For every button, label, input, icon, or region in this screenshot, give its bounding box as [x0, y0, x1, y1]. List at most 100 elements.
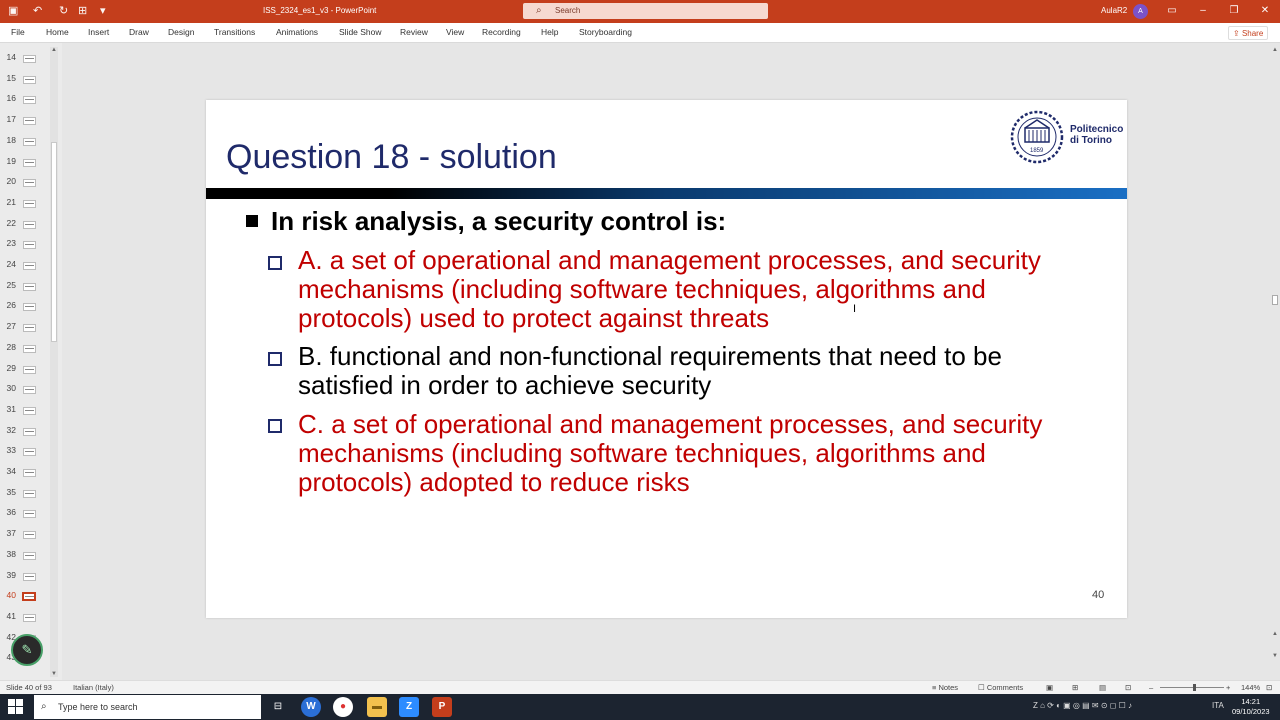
zoom-app-icon[interactable]: Z	[399, 697, 419, 717]
thumbnail-preview[interactable]	[23, 199, 36, 208]
thumbnail-slide[interactable]: 16	[0, 89, 50, 109]
thumbnail-preview[interactable]	[23, 613, 36, 622]
undo-icon[interactable]: ↶	[33, 3, 42, 19]
thumbnail-slide[interactable]: 30	[0, 379, 50, 399]
thumbnail-slide[interactable]: 41	[0, 607, 50, 627]
slide-show-icon[interactable]: ⊡	[1125, 683, 1131, 692]
file-explorer-icon[interactable]: ▬	[367, 697, 387, 717]
pen-icon[interactable]: ✎	[11, 634, 43, 666]
zoom-slider[interactable]	[1160, 684, 1224, 691]
thumbnail-preview[interactable]	[23, 531, 36, 540]
clock[interactable]: 14:21 09/10/2023	[1232, 697, 1270, 717]
slide-canvas[interactable]: Question 18 - solution 1859 Politecnico …	[206, 100, 1127, 618]
thumbnail-slide[interactable]: 24	[0, 255, 50, 275]
slide-sorter-icon[interactable]: ⊞	[1072, 683, 1078, 692]
tab-review[interactable]: Review	[400, 27, 428, 37]
fit-slide-icon[interactable]: ⊡	[1266, 683, 1272, 692]
option-c[interactable]: C. a set of operational and management p…	[298, 410, 1042, 497]
thumbnail-preview[interactable]	[23, 303, 36, 312]
tab-home[interactable]: Home	[46, 27, 69, 37]
thumbnail-slide[interactable]: 31	[0, 400, 50, 420]
thumbnail-slide[interactable]: 29	[0, 359, 50, 379]
language-indicator[interactable]: Italian (Italy)	[73, 683, 114, 692]
tab-file[interactable]: File	[11, 27, 25, 37]
thumbnail-slide[interactable]: 36	[0, 503, 50, 523]
thumbnail-preview[interactable]	[23, 427, 36, 436]
windows-start-icon[interactable]	[8, 699, 24, 715]
powerpoint-app-icon[interactable]: P	[432, 697, 452, 717]
save-icon[interactable]: ▣	[8, 3, 18, 19]
zoom-out-icon[interactable]: –	[1149, 683, 1153, 692]
zoom-in-icon[interactable]: +	[1226, 683, 1230, 692]
tab-storyboarding[interactable]: Storyboarding	[579, 27, 632, 37]
thumbnail-slide[interactable]: 26	[0, 296, 50, 316]
thumbnail-slide[interactable]: 28	[0, 338, 50, 358]
task-view-icon[interactable]: ⊟	[268, 697, 288, 717]
thumbnail-preview[interactable]	[23, 96, 36, 105]
scroll-down-icon[interactable]: ▼	[50, 671, 58, 677]
tab-view[interactable]: View	[446, 27, 464, 37]
redo-icon[interactable]: ↻	[59, 3, 68, 19]
reading-view-icon[interactable]: ▤	[1099, 683, 1106, 692]
thumbnail-preview[interactable]	[23, 510, 36, 519]
thumbnail-slide[interactable]: 18	[0, 131, 50, 151]
thumbnail-preview[interactable]	[23, 406, 36, 415]
thumbnail-preview[interactable]	[23, 344, 36, 353]
tray-icons[interactable]: Z ⌂ ⟳ ◐ ▣ ◎ ▤ ✉ ⊙ ◻ ☐ ♪	[1033, 701, 1132, 710]
thumbnail-preview[interactable]	[23, 282, 36, 291]
thumbnail-slide[interactable]: 25	[0, 276, 50, 296]
tab-draw[interactable]: Draw	[129, 27, 149, 37]
zoom-slider-knob[interactable]	[1193, 684, 1196, 691]
restore-icon[interactable]: ❐	[1224, 4, 1244, 18]
thumbnail-preview[interactable]	[23, 179, 36, 188]
thumbnail-slide[interactable]: 14	[0, 48, 50, 68]
thumbnail-preview[interactable]	[23, 55, 36, 63]
scroll-down-icon[interactable]: ▼	[1270, 653, 1280, 659]
taskbar-search-input[interactable]: ⌕ Type here to search	[34, 695, 261, 719]
tab-slide-show[interactable]: Slide Show	[339, 27, 382, 37]
normal-view-icon[interactable]: ▣	[1046, 683, 1053, 692]
comments-button[interactable]: ☐ Comments	[978, 683, 1023, 692]
thumbnail-slide[interactable]: 17	[0, 110, 50, 130]
thumbnail-slide[interactable]: 35	[0, 483, 50, 503]
thumbnail-preview[interactable]	[23, 241, 36, 250]
thumbnail-preview[interactable]	[23, 551, 36, 560]
thumbnail-preview[interactable]	[23, 448, 36, 457]
keyboard-language[interactable]: ITA	[1212, 701, 1224, 710]
scroll-down-icon[interactable]: ▲	[1270, 631, 1280, 637]
zoom-level[interactable]: 144%	[1241, 683, 1260, 692]
user-name[interactable]: AulaR2	[1101, 6, 1127, 15]
word-app-icon[interactable]: W	[301, 697, 321, 717]
thumbnail-scrollbar[interactable]: ▲ ▼	[50, 47, 58, 677]
thumbnail-slide[interactable]: 22	[0, 214, 50, 234]
slide-title[interactable]: Question 18 - solution	[226, 138, 557, 177]
thumbnail-preview[interactable]	[23, 137, 36, 146]
thumbnail-preview[interactable]	[23, 262, 36, 270]
search-input[interactable]: ⌕ Search	[523, 3, 768, 19]
thumbnail-preview[interactable]	[23, 75, 36, 84]
thumbnail-preview[interactable]	[22, 592, 36, 602]
thumbnail-preview[interactable]	[23, 117, 36, 126]
slide-scrollbar[interactable]: ▲ ▲ ▼	[1270, 43, 1280, 680]
scroll-thumb[interactable]	[51, 142, 57, 342]
thumbnail-slide[interactable]: 19	[0, 152, 50, 172]
thumbnail-preview[interactable]	[23, 158, 36, 167]
close-icon[interactable]: ✕	[1255, 4, 1275, 18]
thumbnail-slide[interactable]: 27	[0, 317, 50, 337]
thumbnail-preview[interactable]	[23, 220, 36, 229]
thumbnail-preview[interactable]	[23, 489, 36, 498]
thumbnail-slide[interactable]: 23	[0, 234, 50, 254]
tab-animations[interactable]: Animations	[276, 27, 318, 37]
thumbnail-preview[interactable]	[23, 324, 36, 333]
scroll-up-icon[interactable]: ▲	[50, 47, 58, 53]
thumbnail-slide[interactable]: 40	[0, 586, 50, 606]
ribbon-display-icon[interactable]: ▭	[1162, 4, 1182, 18]
tab-insert[interactable]: Insert	[88, 27, 109, 37]
option-a[interactable]: A. a set of operational and management p…	[298, 246, 1041, 333]
thumbnail-preview[interactable]	[23, 365, 36, 374]
thumbnail-slide[interactable]: 34	[0, 462, 50, 482]
thumbnail-preview[interactable]	[23, 469, 36, 477]
chrome-app-icon[interactable]: ●	[333, 697, 353, 717]
thumbnail-slide[interactable]: 32	[0, 421, 50, 441]
scroll-thumb[interactable]	[1272, 295, 1278, 305]
